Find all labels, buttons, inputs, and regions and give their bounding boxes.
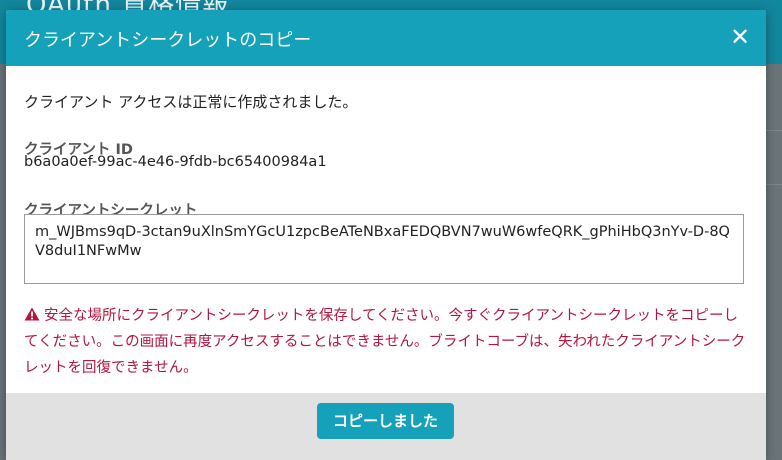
copied-button[interactable]: コピーしました [317,403,454,439]
client-secret-field[interactable]: m_WJBms9qD-3ctan9uXlnSmYGcU1zpcBeATeNBxa… [24,214,744,284]
modal-header: クライアントシークレットのコピー ✕ [6,10,766,66]
warning-icon [24,307,40,321]
modal-footer: コピーしました [6,393,766,460]
background-divider [766,184,782,185]
client-secret-modal: クライアントシークレットのコピー ✕ クライアント アクセスは正常に作成されまし… [6,10,766,460]
warning-text: 安全な場所にクライアントシークレットを保存してください。今すぐクライアントシーク… [24,308,746,376]
success-message: クライアント アクセスは正常に作成されました。 [24,93,358,111]
modal-title: クライアントシークレットのコピー [24,30,312,51]
background-divider [766,130,782,131]
close-icon[interactable]: ✕ [728,24,752,50]
client-id-value[interactable]: b6a0a0ef-99ac-4e46-9fdb-bc65400984a1 [24,154,327,170]
warning-message: 安全な場所にクライアントシークレットを保存してください。今すぐクライアントシーク… [24,303,748,381]
